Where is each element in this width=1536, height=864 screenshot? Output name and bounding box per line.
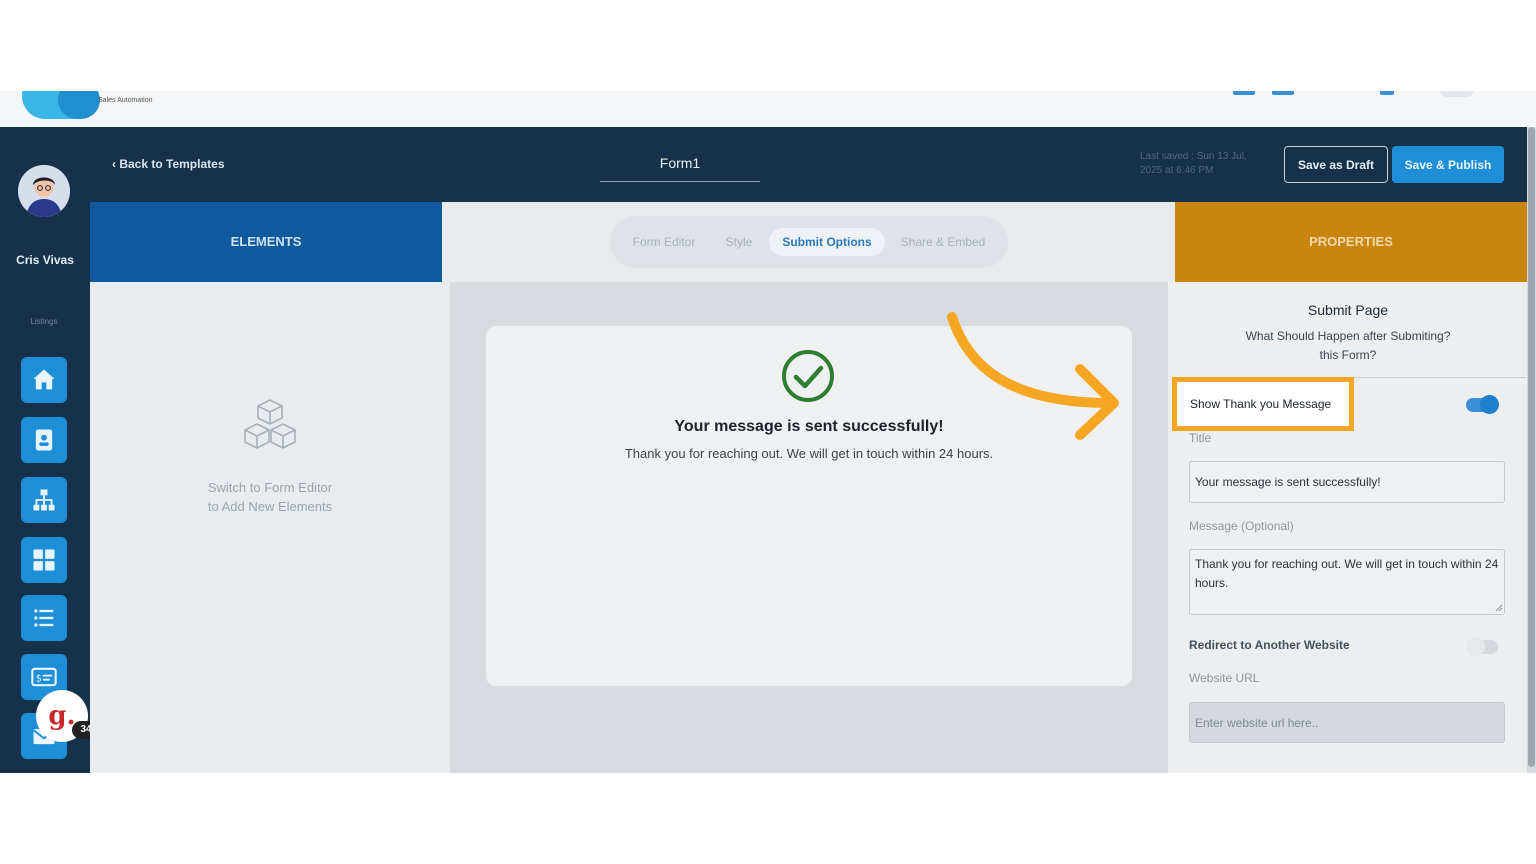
app-screen: Sales Automation Cris Vivas Listings $ g… [0, 91, 1536, 773]
org-chart-icon [33, 489, 55, 511]
message-label: Message (Optional) [1189, 519, 1294, 533]
save-as-draft-button[interactable]: Save as Draft [1284, 146, 1388, 183]
sidebar-item-lists[interactable] [21, 595, 67, 641]
tab-form-editor[interactable]: Form Editor [622, 228, 706, 256]
sidebar-item-dashboard[interactable] [21, 537, 67, 583]
last-saved-status: Last saved : Sun 13 Jul, 2025 at 6:46 PM [1140, 151, 1247, 176]
editor-header: ‹ Back to Templates Form1 Last saved : S… [90, 127, 1528, 202]
success-check-icon [782, 350, 834, 402]
form-name-field[interactable]: Form1 [600, 155, 760, 182]
show-thank-you-message-label: Show Thank you Message [1172, 377, 1354, 431]
tab-share-embed[interactable]: Share & Embed [890, 228, 996, 256]
submit-page-subtitle-line: What Should Happen after Submiting? [1245, 329, 1451, 343]
toggle-knob [1480, 395, 1499, 414]
resize-grip-icon[interactable] [1494, 603, 1503, 612]
avatar-illustration [18, 165, 70, 217]
logo-subtitle: Sales Automation [98, 97, 153, 104]
editor-tabs: Form Editor Style Submit Options Share &… [610, 216, 1008, 268]
app-top-bar: Sales Automation [0, 91, 1536, 127]
website-url-input[interactable] [1189, 702, 1505, 743]
pointer-arrow-icon [947, 312, 1119, 440]
top-bar-icon[interactable] [1272, 91, 1294, 95]
list-icon [34, 609, 54, 627]
switch-editor-hint-line: to Add New Elements [207, 499, 333, 514]
sidebar: Cris Vivas Listings $ g. 34 [0, 127, 100, 773]
top-user-chip[interactable] [1440, 91, 1474, 97]
grid-icon [33, 549, 55, 571]
sidebar-item-home[interactable] [21, 357, 67, 403]
scrollbar-thumb[interactable] [1528, 127, 1535, 767]
save-and-publish-button[interactable]: Save & Publish [1392, 146, 1504, 183]
logo-mark [58, 91, 100, 119]
home-icon [33, 369, 55, 390]
website-url-label: Website URL [1189, 671, 1260, 685]
top-bar-icon[interactable] [1380, 91, 1394, 95]
title-label: Title [1189, 431, 1212, 445]
switch-editor-hint: Switch to Form Editor to Add New Element… [190, 478, 350, 516]
redirect-label: Redirect to Another Website [1189, 638, 1350, 652]
title-input[interactable] [1189, 461, 1505, 503]
show-thank-you-toggle[interactable] [1466, 395, 1499, 414]
preview-message: Thank you for reaching out. We will get … [624, 446, 994, 461]
switch-editor-hint-line: Switch to Form Editor [207, 480, 333, 495]
editor-tabs-bar: Form Editor Style Submit Options Share &… [442, 202, 1175, 282]
redirect-toggle[interactable] [1466, 637, 1498, 656]
user-name: Cris Vivas [16, 253, 74, 267]
message-textarea[interactable]: Thank you for reaching out. We will get … [1189, 549, 1505, 615]
back-to-templates-link[interactable]: ‹ Back to Templates [112, 157, 225, 171]
elements-panel: Switch to Form Editor to Add New Element… [90, 282, 450, 773]
svg-text:$: $ [36, 674, 42, 685]
tab-style[interactable]: Style [710, 228, 768, 256]
back-to-templates-label: Back to Templates [119, 157, 225, 171]
elements-panel-title: ELEMENTS [90, 202, 442, 282]
avatar[interactable] [18, 165, 70, 217]
submit-page-subtitle: What Should Happen after Submiting? this… [1228, 327, 1468, 365]
submit-page-title: Submit Page [1307, 302, 1389, 318]
dollar-card-icon: $ [31, 667, 57, 687]
sidebar-item-contacts[interactable] [21, 417, 67, 463]
submit-page-subtitle-line: this Form? [1319, 348, 1377, 362]
sidebar-item-organization[interactable] [21, 477, 67, 523]
cubes-icon [244, 399, 296, 449]
sidebar-section-label: Listings [30, 317, 58, 326]
tab-submit-options[interactable]: Submit Options [769, 228, 885, 256]
top-bar-icon[interactable] [1233, 91, 1255, 95]
contact-card-icon [35, 429, 53, 451]
toggle-knob [1466, 637, 1485, 656]
properties-panel-title: PROPERTIES [1175, 202, 1527, 282]
